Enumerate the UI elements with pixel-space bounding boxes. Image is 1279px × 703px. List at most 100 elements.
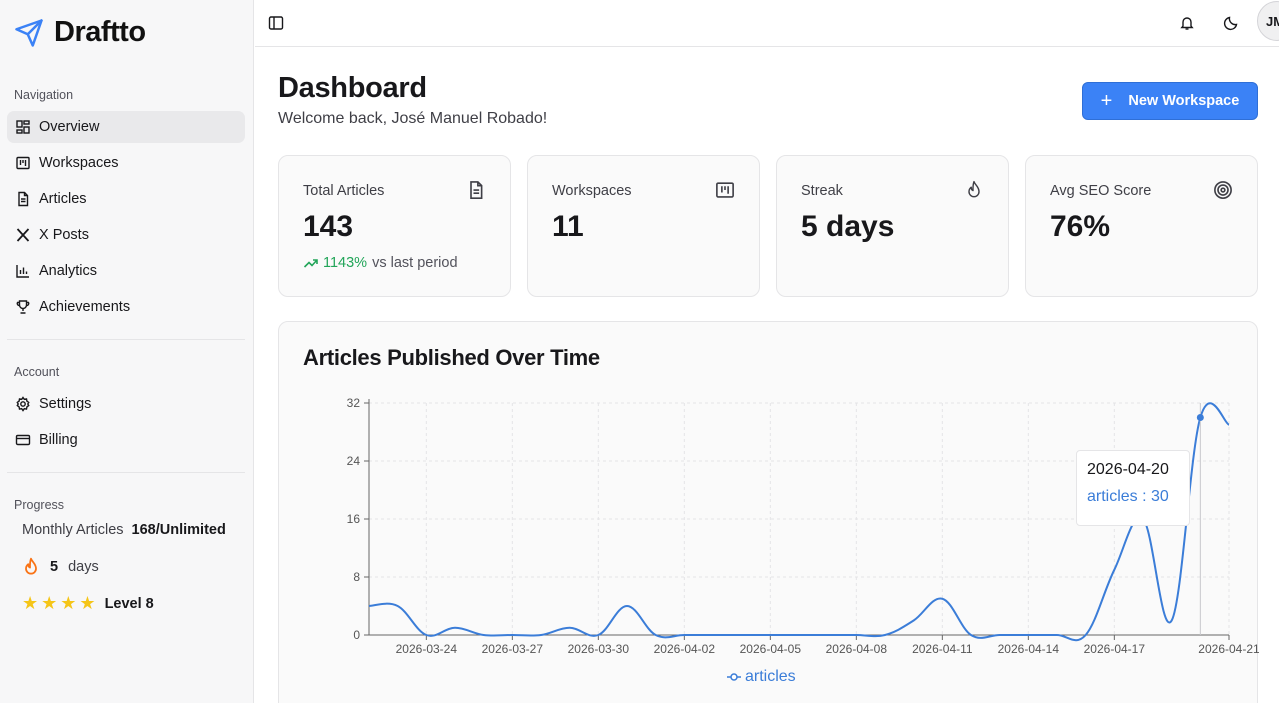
stat-title: Workspaces bbox=[552, 183, 632, 199]
star-icon: ★ bbox=[60, 593, 77, 613]
sidebar-item-settings[interactable]: Settings bbox=[7, 388, 245, 420]
bar-chart-icon bbox=[15, 263, 31, 279]
sidebar-item-analytics[interactable]: Analytics bbox=[7, 255, 245, 287]
sidebar-item-achievements[interactable]: Achievements bbox=[7, 291, 245, 323]
y-tick-label: 32 bbox=[347, 396, 361, 410]
tooltip-date: 2026-04-20 bbox=[1087, 461, 1169, 478]
new-workspace-label: New Workspace bbox=[1128, 93, 1240, 109]
streak-row: 5 days bbox=[22, 557, 99, 577]
progress-label: Progress bbox=[14, 498, 65, 512]
x-tick-label: 2026-04-21 bbox=[1198, 642, 1259, 656]
x-tick-label: 2026-03-27 bbox=[482, 642, 544, 656]
y-tick-label: 16 bbox=[347, 512, 361, 526]
sidebar-item-overview[interactable]: Overview bbox=[7, 111, 245, 143]
flame-icon bbox=[968, 180, 980, 198]
account-label: Account bbox=[14, 365, 60, 379]
bell-icon[interactable] bbox=[1175, 11, 1199, 35]
paper-plane-icon bbox=[15, 18, 43, 47]
x-tick-label: 2026-03-24 bbox=[396, 642, 458, 656]
topbar: JM bbox=[255, 0, 1279, 47]
grid-icon bbox=[15, 119, 31, 135]
sidebar-item-label: Billing bbox=[39, 432, 78, 448]
sidebar-item-x-posts[interactable]: X Posts bbox=[7, 219, 245, 251]
stat-value: 5 days bbox=[801, 210, 895, 243]
sidebar-divider bbox=[7, 339, 245, 340]
star-icon: ★ bbox=[22, 593, 39, 613]
target-icon bbox=[1214, 181, 1232, 199]
avatar[interactable]: JM bbox=[1257, 1, 1279, 41]
brand-logo[interactable]: Draftto bbox=[14, 16, 146, 49]
kanban-icon bbox=[15, 155, 31, 171]
y-tick-label: 0 bbox=[353, 628, 360, 642]
star-rating: ★ ★ ★ ★ bbox=[22, 593, 99, 614]
stat-card-streak: Streak 5 days bbox=[776, 155, 1009, 297]
active-data-point bbox=[1196, 414, 1204, 421]
credit-card-icon bbox=[15, 432, 31, 448]
stat-card-total-articles: Total Articles 143 1143% vs last period bbox=[278, 155, 511, 297]
stat-value: 11 bbox=[552, 210, 584, 243]
sidebar-item-label: Overview bbox=[39, 119, 100, 135]
streak-value: 5 bbox=[50, 559, 59, 575]
chart-tooltip: 2026-04-20 articles : 30 bbox=[1076, 450, 1190, 526]
level-row: ★ ★ ★ ★ Level 8 bbox=[22, 593, 154, 614]
star-icon: ★ bbox=[41, 593, 58, 613]
brand-name: Draftto bbox=[54, 16, 146, 48]
tooltip-value: articles : 30 bbox=[1087, 488, 1169, 505]
welcome-message: Welcome back, José Manuel Robado! bbox=[278, 110, 548, 127]
trend-suffix: vs last period bbox=[372, 255, 458, 271]
x-tick-label: 2026-04-08 bbox=[826, 642, 888, 656]
x-tick-label: 2026-04-14 bbox=[998, 642, 1060, 656]
x-tick-label: 2026-04-05 bbox=[740, 642, 802, 656]
stat-title: Total Articles bbox=[303, 183, 385, 199]
stat-trend: 1143% vs last period bbox=[303, 255, 458, 271]
stat-card-workspaces: Workspaces 11 bbox=[527, 155, 760, 297]
x-tick-label: 2026-04-17 bbox=[1084, 642, 1146, 656]
sidebar-item-label: Settings bbox=[39, 396, 92, 412]
trophy-icon bbox=[15, 299, 31, 315]
file-text-icon bbox=[470, 181, 483, 199]
x-tick-label: 2026-03-30 bbox=[568, 642, 630, 656]
new-workspace-button[interactable]: + New Workspace bbox=[1082, 82, 1258, 120]
legend-label: articles bbox=[745, 668, 796, 685]
stat-value: 76% bbox=[1050, 210, 1111, 243]
stat-title: Streak bbox=[801, 183, 843, 199]
page-title: Dashboard bbox=[278, 72, 427, 104]
sidebar-item-label: Workspaces bbox=[39, 155, 119, 171]
sidebar-item-label: Achievements bbox=[39, 299, 131, 315]
x-logo-icon bbox=[15, 227, 31, 243]
stat-title: Avg SEO Score bbox=[1050, 183, 1152, 199]
sidebar-divider bbox=[7, 472, 245, 473]
trend-percent: 1143% bbox=[323, 255, 368, 271]
file-text-icon bbox=[15, 191, 31, 207]
gear-icon bbox=[15, 396, 31, 412]
flame-icon bbox=[22, 557, 40, 577]
level-label: Level 8 bbox=[104, 595, 154, 612]
y-tick-label: 8 bbox=[353, 570, 360, 584]
monthly-articles-value: 168/Unlimited bbox=[131, 522, 226, 538]
articles-chart-card: Articles Published Over Time 0 8 16 24 32 202… bbox=[278, 321, 1259, 703]
sidebar-item-label: Articles bbox=[39, 191, 87, 207]
sidebar-item-workspaces[interactable]: Workspaces bbox=[7, 147, 245, 179]
x-tick-label: 2026-04-11 bbox=[912, 642, 973, 656]
monthly-articles-row: Monthly Articles 168/Unlimited bbox=[22, 522, 226, 538]
plus-icon: + bbox=[1100, 90, 1113, 112]
x-tick-label: 2026-04-02 bbox=[654, 642, 716, 656]
sidebar-item-billing[interactable]: Billing bbox=[7, 424, 245, 456]
sidebar-toggle-icon[interactable] bbox=[264, 11, 288, 35]
trending-up-icon bbox=[303, 259, 318, 268]
kanban-icon bbox=[716, 182, 734, 198]
monthly-articles-label: Monthly Articles bbox=[22, 522, 124, 538]
streak-unit: days bbox=[68, 559, 99, 575]
moon-icon[interactable] bbox=[1219, 11, 1243, 35]
sidebar: Draftto Navigation Overview Workspaces A… bbox=[0, 0, 254, 703]
sidebar-item-label: X Posts bbox=[39, 227, 89, 243]
y-tick-label: 24 bbox=[347, 454, 361, 468]
star-icon: ★ bbox=[79, 593, 96, 613]
legend-line-icon bbox=[727, 673, 741, 681]
chart-legend[interactable]: articles bbox=[727, 668, 796, 686]
stat-value: 143 bbox=[303, 210, 354, 243]
sidebar-item-articles[interactable]: Articles bbox=[7, 183, 245, 215]
stat-card-seo-score: Avg SEO Score 76% bbox=[1025, 155, 1258, 297]
navigation-label: Navigation bbox=[14, 88, 74, 102]
sidebar-item-label: Analytics bbox=[39, 263, 98, 279]
